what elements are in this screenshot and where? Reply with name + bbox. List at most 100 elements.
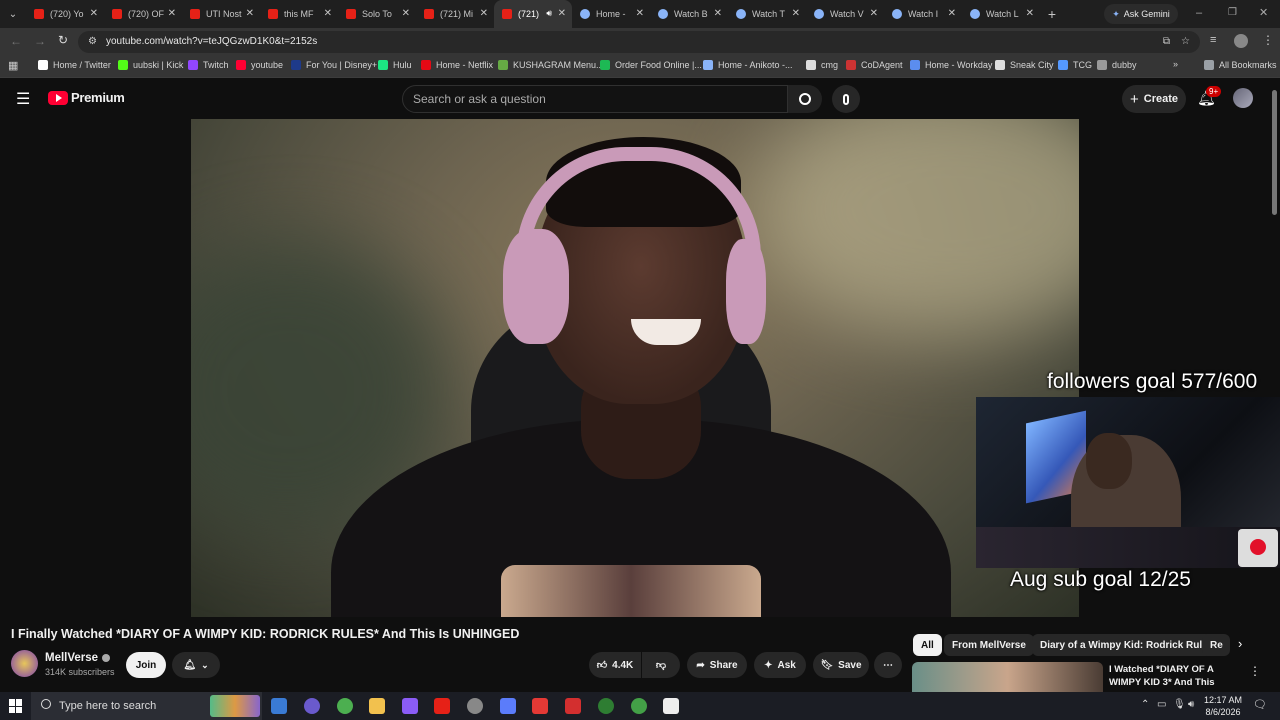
new-tab-button[interactable]: + <box>1040 6 1064 22</box>
start-button[interactable] <box>9 699 23 713</box>
filter-chip[interactable]: Re <box>1202 634 1230 656</box>
account-avatar[interactable] <box>1233 88 1253 108</box>
bookmark-item[interactable]: CoDAgent <box>846 60 903 70</box>
game-icon[interactable] <box>402 698 418 714</box>
bookmark-item[interactable]: For You | Disney+ <box>291 60 377 70</box>
chevron-right-icon[interactable]: › <box>1238 636 1242 651</box>
close-tab-icon[interactable]: ✕ <box>90 8 98 19</box>
channel-avatar[interactable] <box>11 650 38 677</box>
tab-search-button[interactable]: ⌄ <box>0 0 26 28</box>
network-icon[interactable]: ▭ <box>1157 699 1166 710</box>
notifications-button[interactable]: 🔔︎ 9+ <box>1197 86 1222 108</box>
browser-tab[interactable]: (721) Mi ✕ <box>416 0 494 28</box>
bookmark-item[interactable]: Home - Anikoto -... <box>703 60 793 70</box>
next-video-thumbnail[interactable] <box>912 662 1103 692</box>
bookmark-star-icon[interactable]: ☆ <box>1181 31 1190 53</box>
chrome-dev-icon[interactable] <box>598 698 614 714</box>
audio-playing-icon[interactable]: 🔊︎ <box>546 8 552 19</box>
video-player[interactable] <box>191 119 1079 617</box>
browser-tab[interactable]: Watch B ✕ <box>650 0 728 28</box>
close-tab-icon[interactable]: ✕ <box>246 8 254 19</box>
acrobat-icon[interactable] <box>532 698 548 714</box>
microphone-icon[interactable]: 🎙︎ <box>1173 699 1186 710</box>
close-tab-icon[interactable]: ✕ <box>1026 8 1034 19</box>
search-button[interactable] <box>788 85 822 113</box>
bookmark-item[interactable]: TCG <box>1058 60 1092 70</box>
close-tab-icon[interactable]: ✕ <box>324 8 332 19</box>
scrollbar[interactable] <box>1272 90 1277 215</box>
back-icon[interactable]: ← <box>10 34 22 48</box>
restore-button[interactable]: ❐ <box>1228 7 1237 18</box>
close-tab-icon[interactable]: ✕ <box>402 8 410 19</box>
bookmark-item[interactable]: KUSHAGRAM Menu... <box>498 60 604 70</box>
bookmark-item[interactable]: Order Food Online |... <box>600 60 702 70</box>
bookmark-item[interactable]: youtube <box>236 60 283 70</box>
filter-chip[interactable]: Diary of a Wimpy Kid: Rodrick Rules <box>1032 634 1222 656</box>
search-input[interactable]: Search or ask a question <box>402 85 788 113</box>
dislike-button[interactable]: 👎︎ <box>642 652 680 678</box>
clock[interactable]: 12:17 AM 8/6/2026 <box>1203 694 1243 718</box>
bookmark-item[interactable]: Home - Workday <box>910 60 992 70</box>
close-tab-icon[interactable]: ✕ <box>870 8 878 19</box>
bookmark-item[interactable]: uubski | Kick <box>118 60 183 70</box>
ask-button[interactable]: ✦ Ask <box>754 652 806 678</box>
join-button[interactable]: Join <box>126 652 166 678</box>
reload-icon[interactable]: ↻ <box>58 33 68 47</box>
youtube-app-icon[interactable] <box>434 698 450 714</box>
ask-gemini-button[interactable]: ✦ Ask Gemini <box>1104 4 1178 24</box>
chrome-profile-icon[interactable] <box>304 698 320 714</box>
close-tab-icon[interactable]: ✕ <box>792 8 800 19</box>
close-tab-icon[interactable]: ✕ <box>480 8 488 19</box>
menu-kebab-icon[interactable]: ⋮ <box>1262 33 1274 47</box>
bookmarks-overflow-icon[interactable]: » <box>1173 59 1178 69</box>
task-view-icon[interactable] <box>271 698 287 714</box>
bookmark-item[interactable]: Hulu <box>378 60 412 70</box>
filter-chip[interactable]: All <box>913 634 942 656</box>
browser-tab[interactable]: Watch L ✕ <box>962 0 1040 28</box>
forward-icon[interactable]: → <box>34 34 46 48</box>
more-actions-button[interactable]: ⋯ <box>874 652 902 678</box>
app-icon[interactable] <box>500 698 516 714</box>
bookmark-item[interactable]: Home - Netflix <box>421 60 493 70</box>
install-icon[interactable]: ⧉ <box>1163 31 1170 53</box>
all-bookmarks[interactable]: All Bookmarks <box>1204 60 1277 70</box>
browser-tab[interactable]: this MF ✕ <box>260 0 338 28</box>
share-button[interactable]: ➦ Share <box>687 652 747 678</box>
bookmark-item[interactable]: cmg <box>806 60 838 70</box>
next-video-title[interactable]: I Watched *DIARY OF A WIMPY KID 3* And T… <box>1109 663 1241 691</box>
bookmark-item[interactable]: Sneak City <box>995 60 1054 70</box>
voice-search-button[interactable] <box>832 85 860 113</box>
bookmark-item[interactable]: Twitch <box>188 60 229 70</box>
browser-tab[interactable]: Watch I ✕ <box>884 0 962 28</box>
chrome-icon[interactable] <box>337 698 353 714</box>
subscribe-bell-button[interactable]: 🔔︎ ⌄ <box>172 652 220 678</box>
browser-tab[interactable]: (721) ✕ 🔊︎ <box>494 0 572 28</box>
chrome-beta-icon[interactable] <box>631 698 647 714</box>
channel-name[interactable]: MellVerse <box>45 652 111 664</box>
browser-tab[interactable]: (720) OF ✕ <box>104 0 182 28</box>
close-tab-icon[interactable]: ✕ <box>636 8 644 19</box>
youtube-logo[interactable]: Premium <box>48 90 125 105</box>
profile-avatar[interactable] <box>1234 34 1248 48</box>
browser-tab[interactable]: (720) Yo ✕ <box>26 0 104 28</box>
close-tab-icon[interactable]: ✕ <box>168 8 176 19</box>
create-button[interactable]: + Create <box>1122 85 1186 113</box>
clock-app-icon[interactable] <box>663 698 679 714</box>
browser-tab[interactable]: Solo To ✕ <box>338 0 416 28</box>
browser-tab[interactable]: UTI Nost ✕ <box>182 0 260 28</box>
browser-tab[interactable]: Home - ✕ <box>572 0 650 28</box>
site-info-icon[interactable]: ⚙ <box>88 31 97 53</box>
vpn-icon[interactable] <box>565 698 581 714</box>
close-tab-icon[interactable]: ✕ <box>558 8 566 19</box>
next-video-menu-icon[interactable]: ⋮ <box>1249 664 1261 678</box>
like-button[interactable]: 👍︎ 4.4K <box>589 652 641 678</box>
chrome-alt-icon[interactable] <box>467 698 483 714</box>
bookmark-item[interactable]: dubby <box>1097 60 1137 70</box>
show-hidden-icons[interactable]: ⌃ <box>1141 699 1149 710</box>
close-tab-icon[interactable]: ✕ <box>948 8 956 19</box>
bookmark-item[interactable]: Home / Twitter <box>38 60 111 70</box>
taskbar-search-input[interactable]: Type here to search <box>31 692 262 720</box>
notification-center-icon[interactable]: 🗨︎ <box>1253 698 1267 711</box>
close-tab-icon[interactable]: ✕ <box>714 8 722 19</box>
browser-tab[interactable]: Watch V ✕ <box>806 0 884 28</box>
